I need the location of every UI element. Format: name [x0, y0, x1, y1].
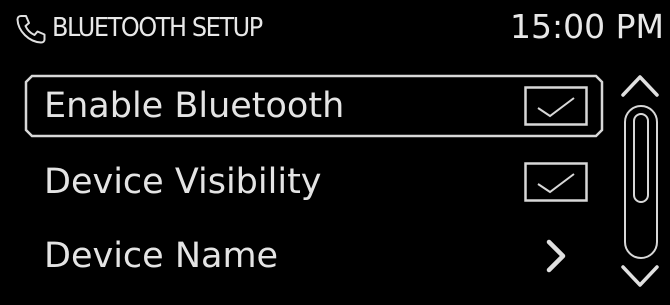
- chevron-right-icon: [546, 239, 566, 273]
- checkbox-checked-icon[interactable]: [524, 162, 588, 202]
- menu-item-label: Device Visibility: [44, 162, 322, 202]
- scrollbar-thumb: [633, 113, 649, 203]
- bluetooth-setup-screen: BLUETOOTH SETUP 15:00 PM Enable Bluetoot…: [0, 0, 670, 305]
- menu-item-label: Device Name: [44, 236, 279, 276]
- menu-item-label: Enable Bluetooth: [44, 86, 345, 126]
- chevron-down-icon[interactable]: [618, 264, 662, 290]
- menu-item-device-name[interactable]: Device Name: [24, 224, 604, 288]
- phone-icon: [16, 15, 46, 44]
- chevron-up-icon[interactable]: [618, 72, 662, 98]
- page-title: BLUETOOTH SETUP: [52, 13, 263, 43]
- menu-item-enable-bluetooth[interactable]: Enable Bluetooth: [24, 74, 604, 138]
- checkbox-checked-icon[interactable]: [524, 86, 588, 126]
- scrollbar-track[interactable]: [623, 104, 659, 260]
- clock: 15:00 PM: [510, 7, 664, 46]
- menu-item-device-visibility[interactable]: Device Visibility: [24, 150, 604, 214]
